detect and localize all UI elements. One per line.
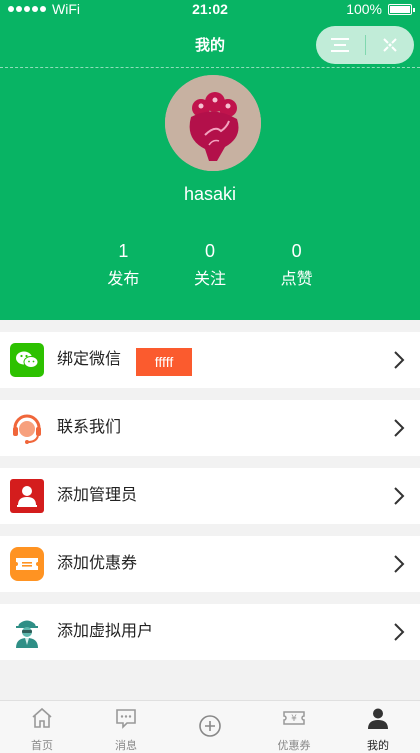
stat-value: 0	[291, 241, 302, 261]
close-button[interactable]	[365, 26, 414, 64]
wechat-badge: fffff	[136, 348, 192, 376]
tab-label: 首页	[31, 740, 53, 752]
menu-item-label: 添加管理员	[57, 487, 138, 504]
message-icon	[116, 709, 136, 729]
virtual-user-icon	[16, 620, 38, 648]
tab-add[interactable]	[168, 701, 252, 753]
svg-text:¥: ¥	[291, 714, 297, 724]
menu-item-bind-wechat[interactable]: 绑定微信 fffff	[0, 332, 420, 388]
wechat-icon	[10, 343, 44, 377]
coupon-icon	[10, 547, 44, 581]
home-icon	[32, 707, 52, 728]
add-icon	[199, 715, 221, 737]
menu-icon	[331, 38, 350, 52]
customer-service-icon	[13, 414, 41, 444]
chevron-right-icon	[394, 351, 405, 369]
menu-item-label: 联系我们	[57, 419, 122, 436]
chevron-right-icon	[394, 623, 405, 641]
profile-header: WiFi 21:02 100% 我的 hasaki 1 发布 0 关注 0 点赞	[0, 0, 420, 320]
menu-item-add-virtual-user[interactable]: 添加虚拟用户	[0, 604, 420, 660]
stat-value: 1	[118, 241, 129, 261]
tab-label: 我的	[367, 740, 389, 752]
tab-label: 优惠券	[277, 740, 311, 752]
miniprogram-capsule	[316, 26, 414, 64]
stat-posts[interactable]: 1 发布	[80, 240, 167, 290]
ticket-icon: ¥	[283, 711, 305, 725]
admin-icon	[10, 479, 44, 513]
chevron-right-icon	[394, 555, 405, 573]
user-icon	[368, 708, 388, 729]
tab-messages[interactable]: 消息	[84, 701, 168, 753]
tab-bar: 首页 消息 ¥ 优惠券 我的	[0, 700, 420, 753]
battery-percent: 100%	[346, 1, 382, 17]
stat-following[interactable]: 0 关注	[167, 240, 254, 290]
menu-item-label: 添加虚拟用户	[57, 623, 154, 640]
navigation-bar: 我的	[0, 20, 420, 68]
tab-me[interactable]: 我的	[336, 701, 420, 753]
stat-likes[interactable]: 0 点赞	[253, 240, 340, 290]
menu-item-label: 添加优惠券	[57, 555, 138, 572]
chevron-right-icon	[394, 487, 405, 505]
tab-coupons[interactable]: ¥ 优惠券	[252, 701, 336, 753]
stat-label: 关注	[194, 271, 227, 288]
profile-stats: 1 发布 0 关注 0 点赞	[80, 240, 340, 290]
tab-label: 消息	[115, 740, 137, 752]
status-right: 100%	[346, 0, 415, 18]
avatar-image	[165, 75, 261, 171]
stat-label: 发布	[107, 271, 140, 288]
stat-value: 0	[205, 241, 216, 261]
menu-item-add-admin[interactable]: 添加管理员	[0, 468, 420, 524]
battery-icon	[388, 3, 415, 15]
avatar[interactable]	[165, 75, 261, 171]
status-bar: WiFi 21:02 100%	[0, 0, 420, 20]
menu-item-contact-us[interactable]: 联系我们	[0, 400, 420, 456]
close-icon	[383, 38, 397, 52]
menu-button[interactable]	[316, 26, 365, 64]
tab-home[interactable]: 首页	[0, 701, 84, 753]
stat-label: 点赞	[280, 271, 313, 288]
chevron-right-icon	[394, 419, 405, 437]
menu-item-label: 绑定微信	[57, 351, 122, 368]
username: hasaki	[183, 184, 237, 204]
menu-item-add-coupon[interactable]: 添加优惠券	[0, 536, 420, 592]
